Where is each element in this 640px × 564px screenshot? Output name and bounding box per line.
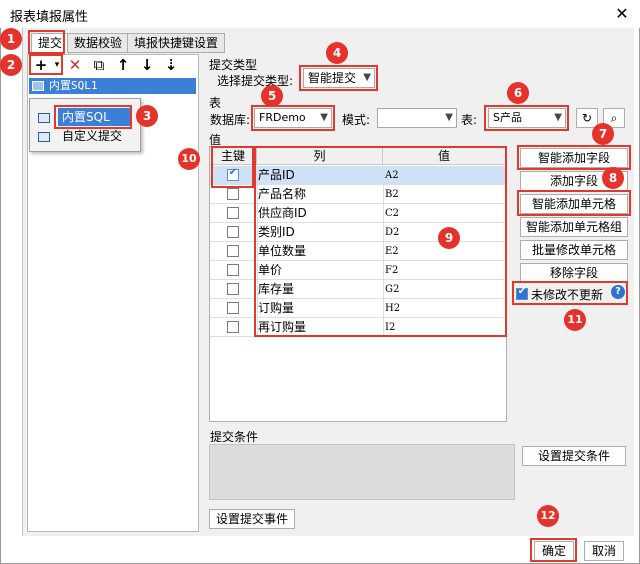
highlight-builtin-sql — [54, 105, 132, 129]
batch-edit-cells-button[interactable]: 批量修改单元格 — [520, 240, 628, 260]
chevron-down-icon: ▼ — [445, 112, 453, 123]
copy-icon[interactable]: ⧉ — [90, 56, 108, 74]
move-up-icon[interactable]: ↑ — [114, 56, 132, 74]
annotation-badge: 9 — [438, 227, 460, 249]
close-icon[interactable]: ✕ — [612, 4, 632, 24]
condition-area — [209, 444, 515, 500]
highlight-no-update — [512, 281, 628, 305]
cancel-button[interactable]: 取消 — [584, 541, 624, 561]
table-label: 表: — [461, 113, 478, 127]
annotation-badge: 2 — [0, 54, 22, 76]
primary-key-checkbox[interactable] — [227, 264, 239, 276]
highlight-columns — [254, 146, 507, 337]
annotation-badge: 8 — [602, 167, 624, 189]
highlight-add-button — [29, 54, 63, 75]
smart-add-cell-group-button[interactable]: 智能添加单元格组 — [520, 217, 628, 237]
primary-key-checkbox[interactable] — [227, 245, 239, 257]
highlight-smart-add-cell — [517, 190, 631, 216]
tab-shortcut-settings[interactable]: 填报快捷键设置 — [127, 33, 226, 53]
menu-item-custom-submit[interactable]: 自定义提交 — [58, 127, 126, 145]
annotation-badge: 4 — [326, 42, 348, 64]
sort-icon[interactable]: ⇣ — [162, 56, 180, 74]
move-down-icon[interactable]: ↓ — [138, 56, 156, 74]
custom-submit-icon — [38, 132, 50, 142]
primary-key-checkbox[interactable] — [227, 283, 239, 295]
tree-item-selected[interactable]: 内置SQL1 — [29, 78, 196, 94]
tab-data-validation[interactable]: 数据校验 — [67, 33, 130, 53]
highlight-ok — [530, 538, 577, 562]
annotation-badge: 12 — [537, 505, 559, 527]
primary-key-checkbox[interactable] — [227, 302, 239, 314]
annotation-badge: 11 — [564, 309, 586, 331]
highlight-tab-submit — [28, 30, 65, 54]
table-group-label: 表 — [209, 96, 222, 110]
title-bar — [0, 0, 640, 28]
annotation-badge: 1 — [0, 28, 22, 50]
annotation-badge: 6 — [507, 82, 529, 104]
highlight-primary-key — [211, 146, 254, 188]
database-label: 数据库: — [210, 113, 251, 127]
highlight-table — [484, 105, 569, 131]
remove-field-button[interactable]: 移除字段 — [520, 263, 628, 283]
builtin-sql-icon — [38, 113, 50, 123]
annotation-badge: 3 — [136, 105, 158, 127]
set-condition-button[interactable]: 设置提交条件 — [522, 446, 626, 466]
primary-key-checkbox[interactable] — [227, 226, 239, 238]
window-title: 报表填报属性 — [10, 10, 89, 25]
primary-key-checkbox[interactable] — [227, 321, 239, 333]
primary-key-checkbox[interactable] — [227, 207, 239, 219]
submit-type-label: 选择提交类型: — [217, 74, 294, 88]
highlight-submit-type — [299, 65, 378, 91]
primary-key-checkbox[interactable] — [227, 188, 239, 200]
delete-icon[interactable]: ✕ — [66, 56, 84, 74]
schema-select[interactable]: ▼ — [377, 108, 457, 128]
highlight-database — [251, 105, 335, 131]
condition-group-label: 提交条件 — [210, 430, 259, 444]
annotation-badge: 7 — [592, 123, 614, 145]
schema-label: 模式: — [342, 113, 371, 127]
set-submit-event-button[interactable]: 设置提交事件 — [209, 509, 295, 529]
submit-type-group-label: 提交类型 — [209, 58, 258, 72]
annotation-badge: 10 — [178, 148, 200, 170]
sql-icon — [32, 81, 44, 91]
annotation-badge: 5 — [261, 85, 283, 107]
